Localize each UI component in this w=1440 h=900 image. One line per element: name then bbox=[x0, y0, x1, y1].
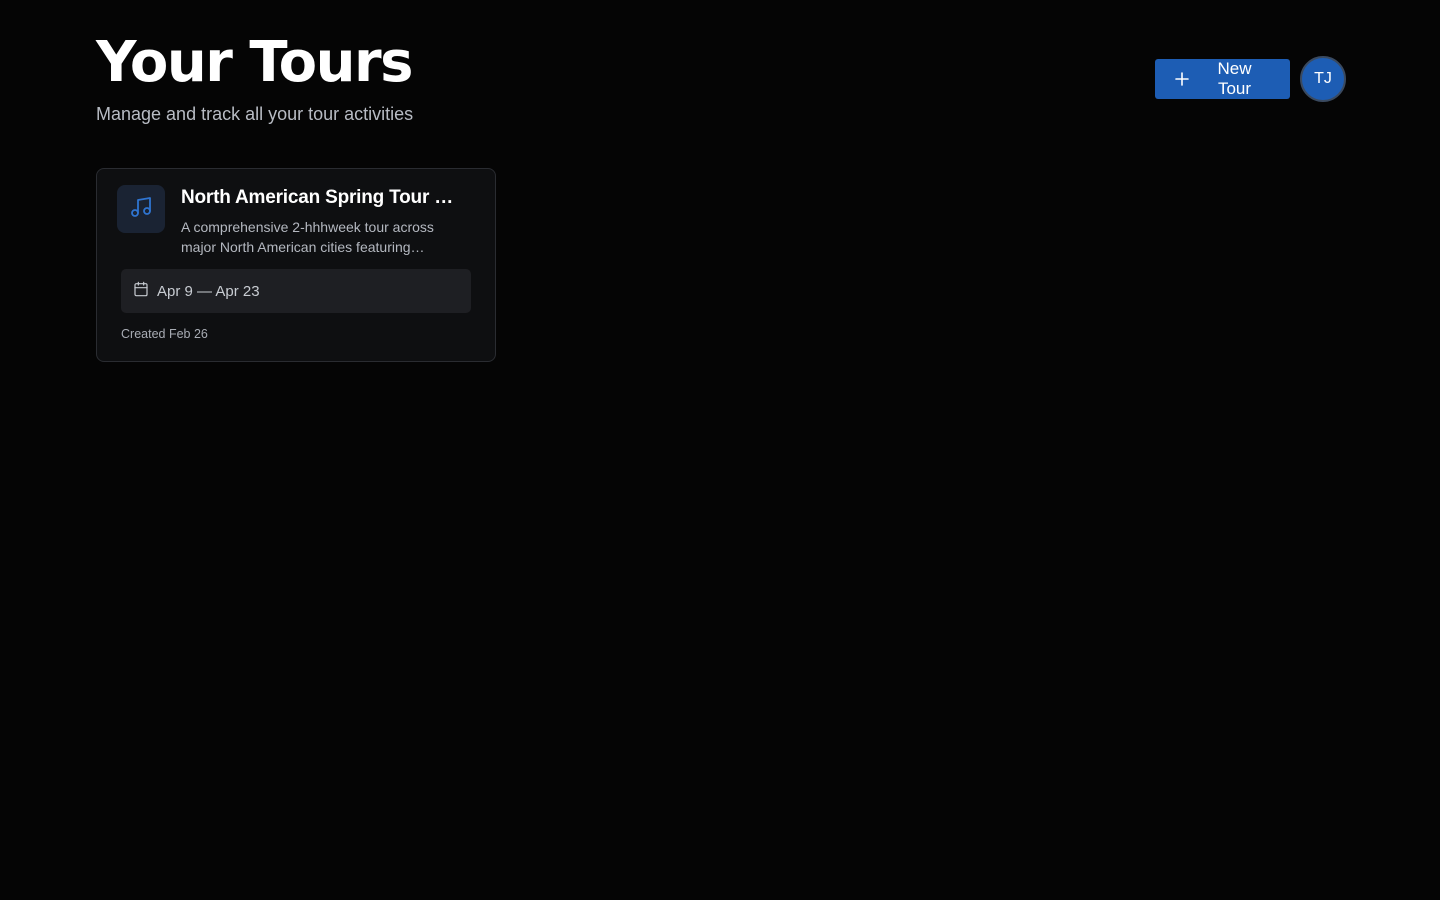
header-actions: New Tour TJ bbox=[1155, 56, 1346, 102]
tour-card[interactable]: North American Spring Tour 2025 A compre… bbox=[96, 168, 496, 362]
plus-icon bbox=[1175, 72, 1189, 86]
calendar-icon bbox=[133, 281, 149, 302]
page-subtitle: Manage and track all your tour activitie… bbox=[96, 104, 414, 124]
new-tour-button[interactable]: New Tour bbox=[1155, 59, 1290, 99]
page-title: Your Tours bbox=[96, 30, 413, 95]
date-range-text: Apr 9 — Apr 23 bbox=[157, 282, 260, 300]
avatar[interactable]: TJ bbox=[1300, 56, 1346, 102]
tour-description: A comprehensive 2-hhhweek tour across ma… bbox=[181, 219, 434, 255]
page: Your Tours Manage and track all your tou… bbox=[0, 0, 1440, 900]
tour-date-range: Apr 9 — Apr 23 bbox=[121, 269, 471, 313]
tour-title: North American Spring Tour 2025 bbox=[181, 187, 461, 208]
music-note-icon bbox=[129, 195, 153, 224]
page-header: Your Tours Manage and track all your tou… bbox=[96, 30, 413, 126]
tour-icon-box bbox=[117, 185, 165, 233]
tour-created-date: Created Feb 26 bbox=[121, 327, 208, 341]
new-tour-label: New Tour bbox=[1217, 59, 1252, 98]
